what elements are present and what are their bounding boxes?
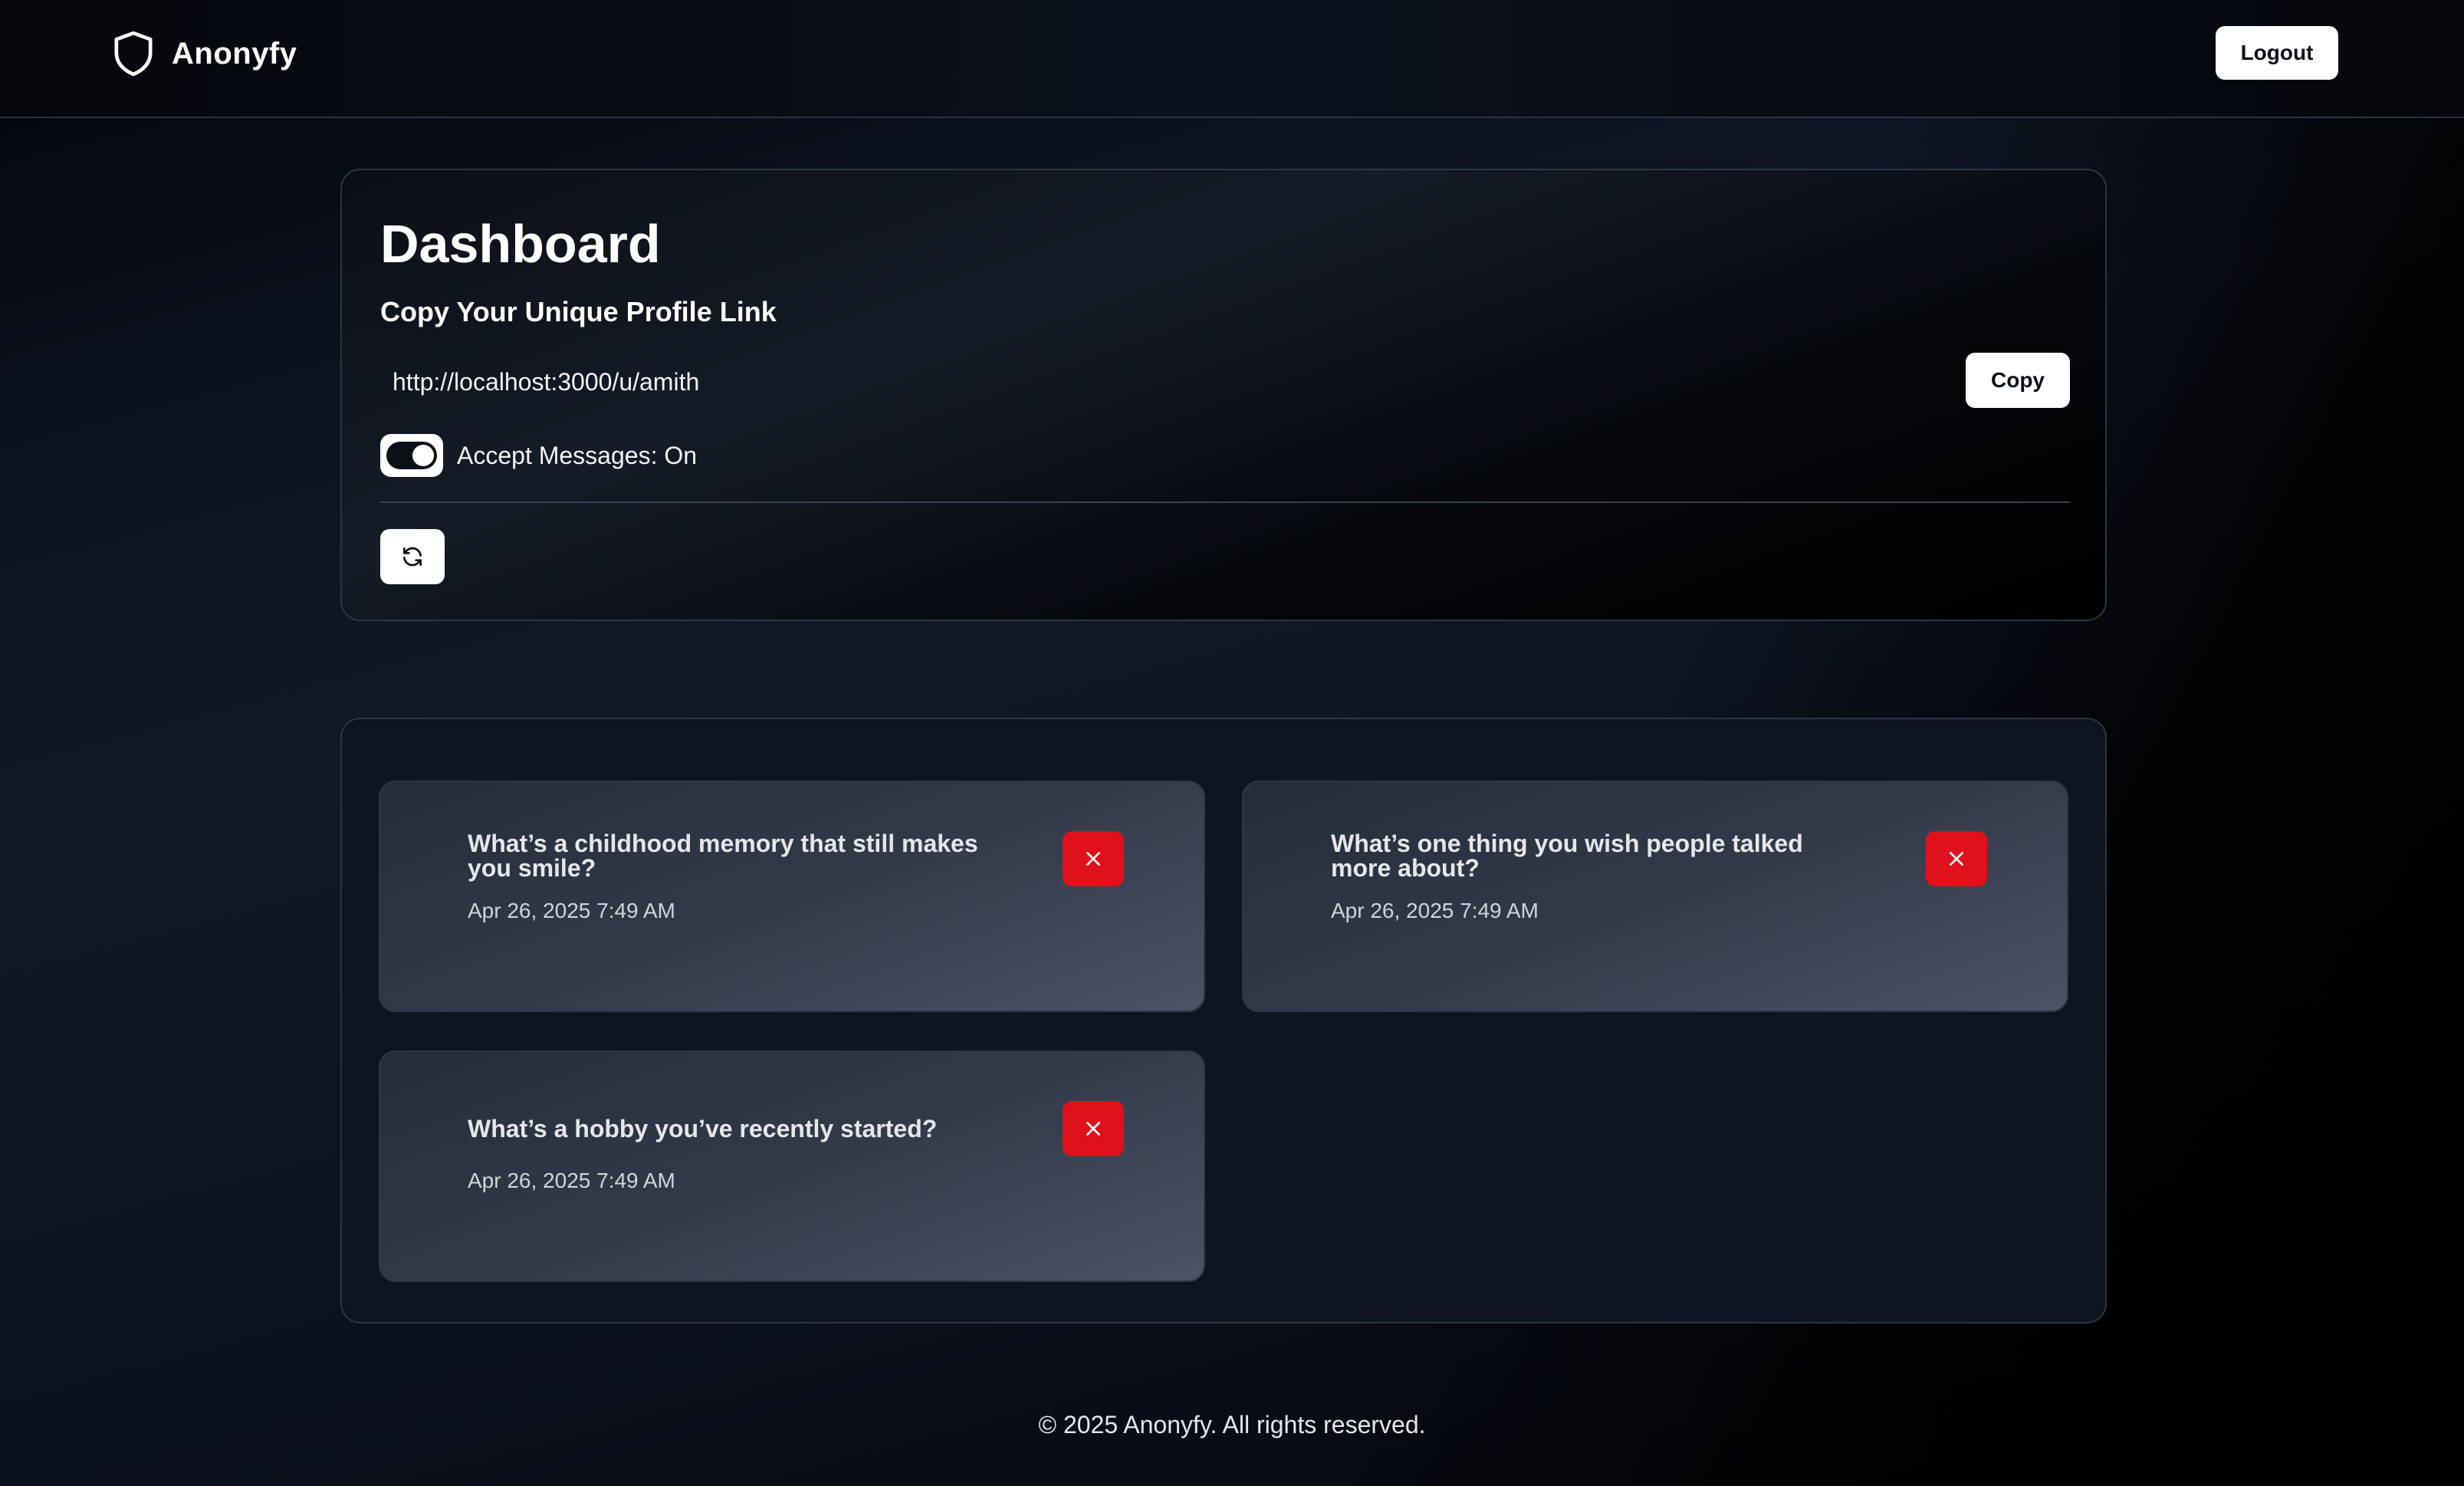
close-icon [1950, 852, 1963, 866]
profile-link-input[interactable] [380, 357, 1914, 406]
refresh-button[interactable] [380, 529, 445, 584]
message-date: Apr 26, 2025 7:49 AM [468, 1169, 675, 1192]
shield-icon [114, 31, 153, 77]
divider [380, 501, 2070, 503]
dashboard-card: Dashboard Copy Your Unique Profile Link … [340, 169, 2107, 621]
page-title: Dashboard [380, 214, 661, 274]
switch-knob [412, 445, 434, 466]
accept-messages-switch[interactable] [380, 434, 443, 477]
brand-name: Anonyfy [172, 36, 297, 71]
footer-copyright: © 2025 Anonyfy. All rights reserved. [1038, 1411, 1426, 1438]
message-card: What’s a hobby you’ve recently started? … [379, 1050, 1205, 1282]
message-card: What’s one thing you wish people talked … [1242, 781, 2068, 1012]
message-date: Apr 26, 2025 7:49 AM [468, 899, 675, 922]
messages-panel: What’s a childhood memory that still mak… [340, 718, 2107, 1323]
close-icon [1086, 1122, 1100, 1136]
message-card: What’s a childhood memory that still mak… [379, 781, 1205, 1012]
delete-message-button[interactable] [1063, 1101, 1124, 1156]
refresh-icon [403, 547, 422, 567]
delete-message-button[interactable] [1063, 831, 1124, 886]
profile-link-heading: Copy Your Unique Profile Link [380, 296, 777, 327]
close-icon [1086, 852, 1100, 866]
top-nav: Anonyfy Logout [0, 0, 2464, 118]
logout-button[interactable]: Logout [2216, 26, 2338, 80]
brand[interactable]: Anonyfy [112, 29, 297, 78]
copy-button[interactable]: Copy [1966, 353, 2070, 408]
message-text: What’s a childhood memory that still mak… [468, 830, 978, 882]
switch-track [386, 442, 437, 469]
accept-messages-label: Accept Messages: On [457, 441, 698, 469]
message-date: Apr 26, 2025 7:49 AM [1331, 899, 1539, 922]
message-text: What’s a hobby you’ve recently started? [468, 1115, 938, 1142]
accept-messages-row: Accept Messages: On [380, 434, 697, 477]
delete-message-button[interactable] [1926, 831, 1987, 886]
message-text: What’s one thing you wish people talked … [1331, 830, 1803, 882]
